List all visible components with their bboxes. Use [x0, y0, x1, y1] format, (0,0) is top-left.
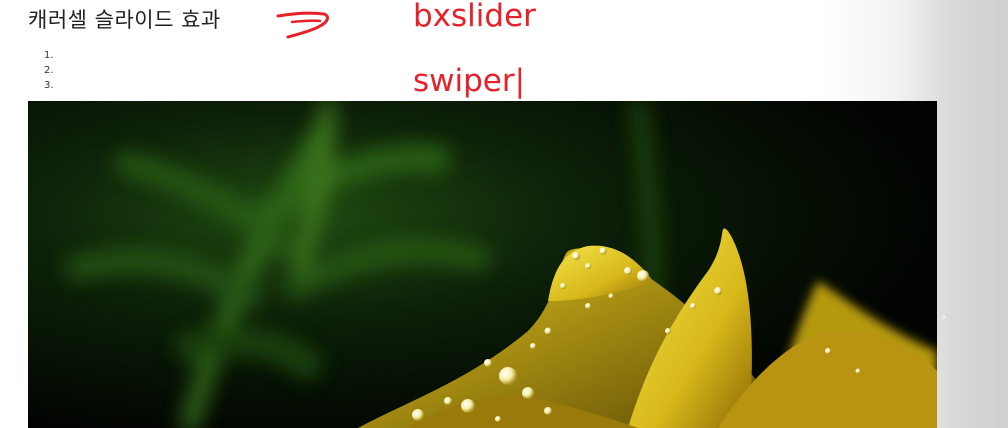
left-margin — [0, 0, 28, 428]
annotation-swiper: swiper| — [413, 63, 526, 99]
pager-item-2[interactable]: 2. — [44, 63, 54, 78]
page-title: 캐러셀 슬라이드 효과 — [28, 8, 221, 32]
slide-image[interactable] — [28, 101, 937, 428]
pager-item-1[interactable]: 1. — [44, 48, 54, 63]
slider-pager: 1. 2. 3. — [44, 48, 54, 93]
page: 캐러셀 슬라이드 효과 1. 2. 3. bxslider swiper| › — [0, 0, 1008, 428]
hand-drawn-arrow-icon — [276, 11, 329, 39]
pager-item-3[interactable]: 3. — [44, 78, 54, 93]
slider-next-button[interactable]: › — [942, 312, 946, 323]
flower-photo — [28, 101, 937, 428]
annotation-bxslider: bxslider — [413, 0, 536, 34]
